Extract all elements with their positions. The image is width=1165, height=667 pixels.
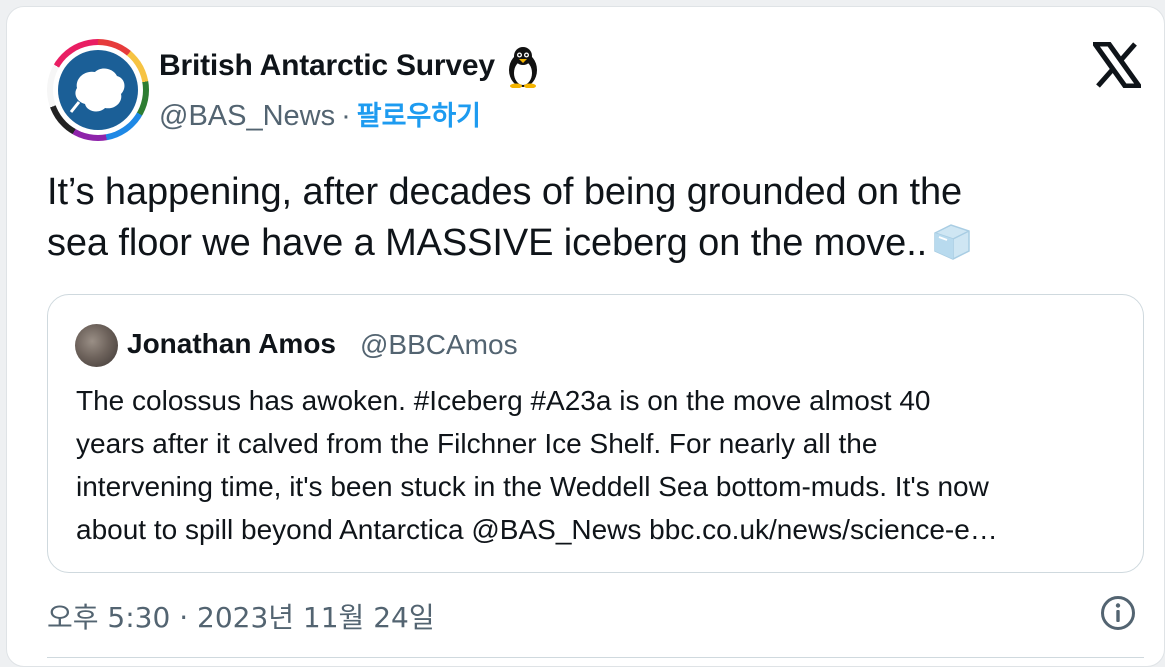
quoted-tweet[interactable]: Jonathan Amos @BBCAmos The colossus has …	[47, 294, 1144, 573]
divider	[47, 657, 1144, 658]
quoted-author-handle[interactable]: @BBCAmos	[360, 329, 518, 361]
tweet-card: British Antarctic Survey @BAS_News · 팔로우하기…	[6, 6, 1165, 667]
quoted-author-avatar[interactable]	[75, 324, 118, 367]
author-handle-row: @BAS_News · 팔로우하기	[159, 94, 481, 133]
separator-dot: ·	[341, 100, 351, 132]
quoted-tweet-text: The colossus has awoken. #Iceberg #A23a …	[76, 379, 1121, 551]
antarctica-logo-icon	[58, 50, 138, 130]
quoted-text-line: intervening time, it's been stuck in the…	[76, 471, 989, 502]
quoted-text-line: The colossus has awoken. #Iceberg #A23a …	[76, 385, 931, 416]
tweet-text: It’s happening, after decades of being g…	[47, 167, 1137, 269]
info-icon[interactable]	[1099, 594, 1137, 632]
tweet-timestamp[interactable]: 오후 5:30 · 2023년 11월 24일	[47, 596, 435, 636]
penguin-icon	[503, 46, 543, 89]
quoted-text-line: about to spill beyond Antarctica @BAS_Ne…	[76, 514, 998, 545]
x-logo-icon[interactable]	[1090, 41, 1144, 89]
tweet-text-line: It’s happening, after decades of being g…	[47, 171, 963, 213]
author-display-name[interactable]: British Antarctic Survey	[159, 49, 495, 83]
tweet-text-line: sea floor we have a MASSIVE iceberg on t…	[47, 218, 1137, 269]
ice-cube-icon	[929, 221, 973, 261]
quoted-text-line: years after it calved from the Filchner …	[76, 428, 878, 459]
follow-button[interactable]: 팔로우하기	[357, 101, 481, 132]
author-handle[interactable]: @BAS_News	[159, 100, 335, 132]
author-avatar[interactable]	[47, 39, 149, 141]
quoted-author-name[interactable]: Jonathan Amos	[127, 328, 336, 360]
